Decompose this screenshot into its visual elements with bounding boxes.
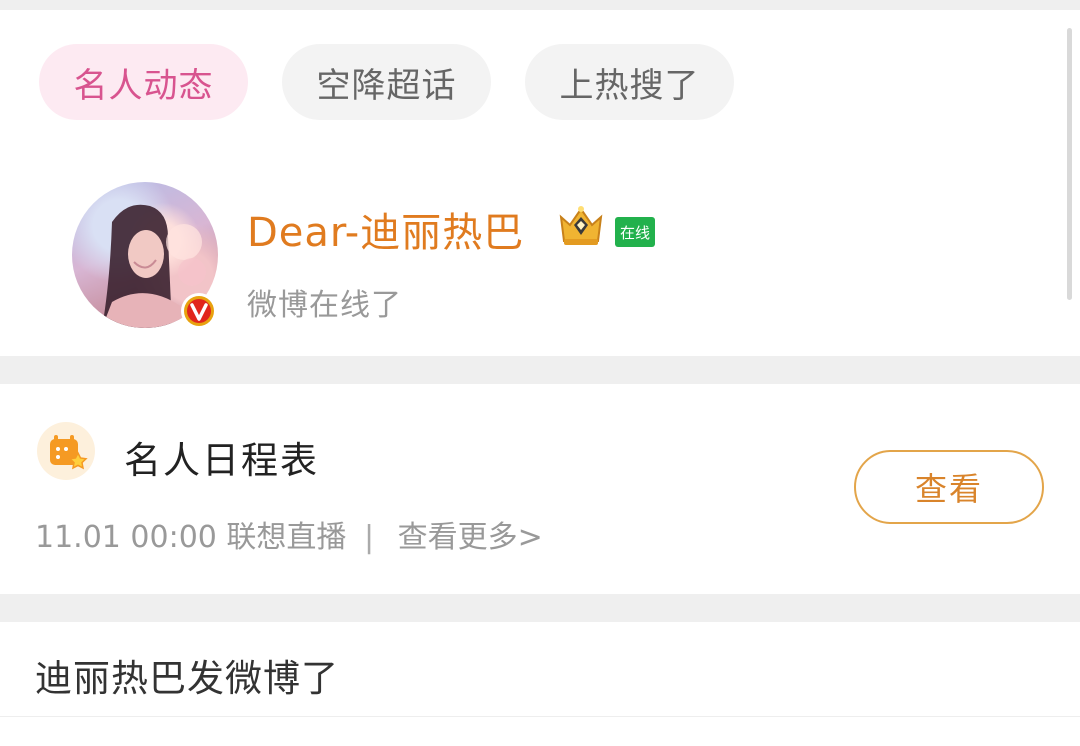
crown-icon: [559, 206, 603, 245]
tab-hot-search[interactable]: 上热搜了: [525, 44, 734, 120]
schedule-event: 联想直播: [226, 520, 347, 555]
top-divider: [0, 0, 1080, 10]
online-badge: 在线: [615, 217, 655, 247]
tab-airborne-topic[interactable]: 空降超话: [282, 44, 491, 120]
see-more-link[interactable]: 查看更多>: [398, 520, 543, 555]
verified-v-icon: [181, 293, 217, 329]
avatar[interactable]: [72, 182, 218, 329]
view-button[interactable]: 查看: [854, 450, 1044, 524]
username[interactable]: Dear-迪丽热巴: [247, 200, 524, 258]
tab-celebrity-news[interactable]: 名人动态: [39, 44, 248, 120]
post-title[interactable]: 迪丽热巴发微博了: [35, 648, 339, 702]
page: 名人动态 空降超话 上热搜了 Dear-迪丽热巴 在线 微博在线了 名人日程表 …: [0, 0, 1080, 746]
scrollbar[interactable]: [1067, 28, 1072, 300]
schedule-card: 名人日程表 11.01 00:00 联想直播 | 查看更多> 查看: [0, 384, 1080, 594]
post-card: 迪丽热巴发微博了: [0, 622, 1080, 746]
schedule-meta: 11.01 00:00 联想直播 | 查看更多>: [35, 512, 543, 556]
divider: [0, 716, 1080, 717]
celebrity-card: 名人动态 空降超话 上热搜了 Dear-迪丽热巴 在线 微博在线了: [0, 10, 1080, 356]
status-text: 微博在线了: [247, 288, 402, 323]
schedule-title: 名人日程表: [124, 439, 319, 482]
separator: |: [363, 520, 375, 555]
schedule-time: 11.01 00:00: [35, 520, 217, 555]
calendar-star-icon: [37, 422, 95, 480]
